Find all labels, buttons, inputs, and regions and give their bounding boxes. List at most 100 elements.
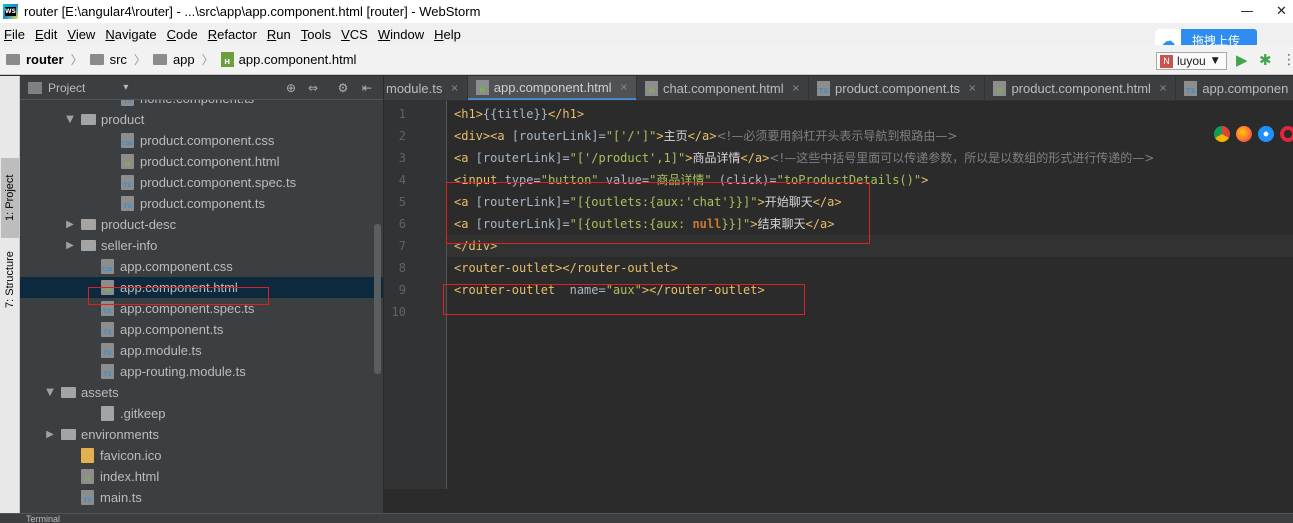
html-file-icon bbox=[81, 469, 94, 484]
more-icon[interactable]: ⋮ bbox=[1282, 52, 1293, 68]
tab-label: product.component.html bbox=[1011, 81, 1151, 96]
navigation-bar: router 〉 src 〉 app 〉 H app.component.htm… bbox=[0, 45, 1293, 75]
collapse-icon[interactable]: ⇔ bbox=[306, 80, 320, 96]
collapse-arrow-icon[interactable]: ▶ bbox=[44, 429, 56, 440]
menu-edit[interactable]: Edit bbox=[35, 27, 57, 42]
project-panel-title[interactable]: Project bbox=[48, 81, 85, 95]
menu-file[interactable]: File bbox=[4, 27, 25, 42]
tree-folder[interactable]: ▶ environments bbox=[20, 424, 383, 445]
editor-tab[interactable]: TS product.component.ts × bbox=[809, 76, 986, 100]
safari-icon[interactable] bbox=[1258, 126, 1274, 142]
breadcrumb-app[interactable]: app 〉 bbox=[152, 51, 221, 68]
tree-file[interactable]: product.component.ts bbox=[20, 193, 383, 214]
close-icon[interactable]: × bbox=[450, 83, 458, 94]
collapse-arrow-icon[interactable]: ▶ bbox=[64, 219, 76, 230]
opera-icon[interactable] bbox=[1280, 126, 1293, 142]
code-line[interactable]: <a [routerLink]="['/product',1]">商品详情</a… bbox=[454, 147, 1154, 169]
close-icon[interactable]: × bbox=[792, 83, 800, 94]
tab-label: module.ts bbox=[386, 81, 443, 96]
menu-window[interactable]: Window bbox=[378, 27, 424, 42]
breadcrumb-label: app bbox=[172, 52, 195, 67]
tree-file[interactable]: app.component.ts bbox=[20, 319, 383, 340]
firefox-icon[interactable] bbox=[1236, 126, 1252, 142]
tree-file[interactable]: index.html bbox=[20, 466, 383, 487]
tree-item-label: favicon.ico bbox=[100, 448, 162, 463]
tree-item-label: .gitkeep bbox=[120, 406, 166, 421]
chrome-icon[interactable] bbox=[1214, 126, 1230, 142]
collapse-arrow-icon[interactable]: ▶ bbox=[64, 240, 76, 251]
ts-file-icon bbox=[121, 196, 134, 211]
ts-file-icon bbox=[101, 343, 114, 358]
hide-panel-icon[interactable]: ⇤ bbox=[360, 80, 374, 96]
menu-bar: File Edit View Navigate Code Refactor Ru… bbox=[0, 23, 1293, 45]
folder-icon bbox=[81, 240, 96, 251]
tree-folder[interactable]: ▼ product bbox=[20, 109, 383, 130]
annotation-box-code-links bbox=[446, 182, 870, 244]
tree-folder[interactable]: ▼ assets bbox=[20, 382, 383, 403]
structure-tool-tab[interactable]: 7: Structure bbox=[1, 242, 19, 318]
annotation-box-tree bbox=[88, 287, 269, 305]
app-icon-text: WS bbox=[5, 7, 16, 16]
breadcrumb-src[interactable]: src 〉 bbox=[89, 51, 153, 68]
close-icon[interactable]: ✕ bbox=[1270, 0, 1293, 23]
editor-tab[interactable]: Hproduct.component.html × bbox=[985, 76, 1177, 100]
tree-file[interactable]: .gitkeep bbox=[20, 403, 383, 424]
menu-code[interactable]: Code bbox=[167, 27, 198, 42]
line-number: 3 bbox=[398, 151, 406, 165]
editor-tab[interactable]: Happ.component.html × bbox=[467, 76, 637, 100]
menu-refactor[interactable]: Refactor bbox=[208, 27, 257, 42]
tree-file[interactable]: app.component.css bbox=[20, 256, 383, 277]
folder-icon bbox=[89, 54, 104, 65]
close-icon[interactable]: × bbox=[1159, 83, 1167, 94]
editor-tab[interactable]: TSapp.componen× bbox=[1176, 76, 1293, 100]
close-icon[interactable]: × bbox=[620, 82, 628, 93]
tab-label: app.componen bbox=[1202, 81, 1289, 96]
breadcrumb-file[interactable]: H app.component.html bbox=[220, 52, 357, 67]
menu-navigate[interactable]: Navigate bbox=[105, 27, 156, 42]
expand-arrow-icon[interactable]: ▼ bbox=[64, 114, 76, 125]
menu-vcs[interactable]: VCS bbox=[341, 27, 368, 42]
debug-icon[interactable]: ✱ bbox=[1259, 52, 1275, 68]
terminal-tab[interactable]: Terminal bbox=[26, 514, 60, 523]
tree-folder[interactable]: ▶ seller-info bbox=[20, 235, 383, 256]
tree-file[interactable]: favicon.ico bbox=[20, 445, 383, 466]
code-line[interactable]: <h1>{{title}}</h1> bbox=[454, 103, 584, 125]
tree-item-label: main.ts bbox=[100, 490, 142, 505]
tree-file[interactable]: product.component.css bbox=[20, 130, 383, 151]
tree-file[interactable]: product.component.html bbox=[20, 151, 383, 172]
minimize-icon[interactable]: — bbox=[1224, 0, 1270, 23]
menu-view[interactable]: View bbox=[67, 27, 95, 42]
tree-item-label: product-desc bbox=[101, 217, 177, 232]
tree-file[interactable]: home.component.ts bbox=[20, 100, 383, 109]
run-icon[interactable]: ▶ bbox=[1236, 52, 1250, 68]
chevron-down-icon[interactable]: ▾ bbox=[123, 82, 128, 93]
menu-run[interactable]: Run bbox=[267, 27, 291, 42]
project-tool-tab[interactable]: 1: Project bbox=[1, 158, 19, 238]
menu-help[interactable]: Help bbox=[434, 27, 461, 42]
tree-file[interactable]: app.module.ts bbox=[20, 340, 383, 361]
editor-tab[interactable]: module.ts × bbox=[384, 76, 468, 100]
code-line[interactable]: <div><a [routerLink]="['/']">主页</a><!—必须… bbox=[454, 125, 957, 147]
locate-icon[interactable]: ⊕ bbox=[284, 80, 298, 96]
tree-file[interactable]: app-routing.module.ts bbox=[20, 361, 383, 382]
tree-file[interactable]: product.component.spec.ts bbox=[20, 172, 383, 193]
css-file-icon bbox=[101, 259, 114, 274]
expand-arrow-icon[interactable]: ▼ bbox=[44, 387, 56, 398]
breadcrumb-label: app.component.html bbox=[238, 52, 357, 67]
tree-item-label: product.component.spec.ts bbox=[140, 175, 297, 190]
tree-scrollbar[interactable] bbox=[374, 224, 381, 374]
project-tree: home.component.ts ▼ product product.compone… bbox=[20, 100, 383, 523]
gear-icon[interactable]: ⚙ bbox=[336, 80, 350, 96]
tree-file[interactable]: main.ts bbox=[20, 487, 383, 508]
code-line[interactable]: <router-outlet></router-outlet> bbox=[454, 257, 678, 279]
menu-tools[interactable]: Tools bbox=[301, 27, 331, 42]
editor-tab[interactable]: Hchat.component.html × bbox=[637, 76, 810, 100]
window-title: router [E:\angular4\router] - ...\src\ap… bbox=[24, 4, 481, 19]
line-number: 6 bbox=[398, 217, 406, 231]
tree-folder[interactable]: ▶ product-desc bbox=[20, 214, 383, 235]
bottom-tool-strip: Terminal bbox=[0, 513, 1293, 523]
breadcrumb-router[interactable]: router 〉 bbox=[6, 51, 90, 68]
run-config-dropdown[interactable]: N luyou ▼ bbox=[1156, 52, 1227, 70]
close-icon[interactable]: × bbox=[968, 83, 976, 94]
ts-file-icon: TS bbox=[817, 81, 831, 96]
